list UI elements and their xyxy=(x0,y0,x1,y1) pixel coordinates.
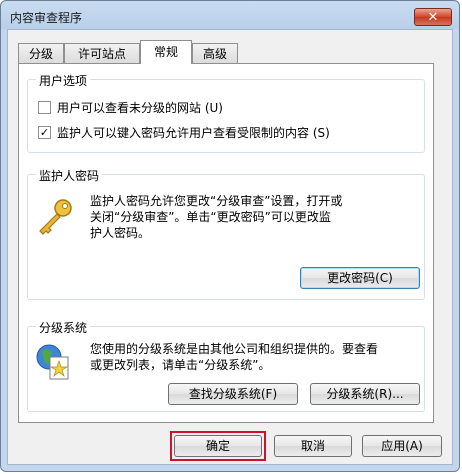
unrated-sites-checkbox[interactable] xyxy=(38,100,51,114)
rating-systems-group: 分级系统 您使用的分级系统是由其他公司和组织提供的。要查看 或更改列表，请单击“… xyxy=(27,319,425,412)
rating-systems-desc-2: 或更改列表，请单击“分级系统”。 xyxy=(90,358,271,372)
rating-systems-button[interactable]: 分级系统(R)... xyxy=(310,383,420,405)
supervisor-password-desc-1: 监护人密码允许您更改“分级审查”设置，打开或 xyxy=(90,194,343,208)
cancel-button[interactable]: 取消 xyxy=(274,435,352,457)
supervisor-password-desc-2: 关闭“分级审查”。单击“更改密码”可以更改监 xyxy=(90,210,331,224)
unrated-sites-option[interactable]: 用户可以查看未分级的网站 (U) xyxy=(38,99,223,115)
content-advisor-dialog: 内容审查程序 ✕ 分级 许可站点 常规 高级 用户选项 用户可以查看未分级的网站… xyxy=(0,0,460,472)
change-password-button[interactable]: 更改密码(C) xyxy=(300,267,420,289)
find-rating-systems-button[interactable]: 查找分级系统(F) xyxy=(168,383,298,405)
general-tab-panel: 用户选项 用户可以查看未分级的网站 (U) ✓ 监护人可以键入密码允许用户查看受… xyxy=(18,63,434,423)
rating-systems-title: 分级系统 xyxy=(36,319,91,336)
supervisor-password-option-label: 监护人可以键入密码允许用户查看受限制的内容 (S) xyxy=(57,125,330,140)
dialog-client-area: 分级 许可站点 常规 高级 用户选项 用户可以查看未分级的网站 (U) ✓ 监护… xyxy=(7,29,453,465)
rating-systems-desc-1: 您使用的分级系统是由其他公司和组织提供的。要查看 xyxy=(90,342,379,356)
rating-document-icon xyxy=(36,344,69,380)
supervisor-password-desc-3: 护人密码。 xyxy=(90,226,151,240)
supervisor-password-option[interactable]: ✓ 监护人可以键入密码允许用户查看受限制的内容 (S) xyxy=(38,124,330,140)
tab-general[interactable]: 常规 xyxy=(140,40,192,64)
supervisor-password-title: 监护人密码 xyxy=(36,167,103,184)
apply-button[interactable]: 应用(A) xyxy=(362,435,442,457)
title-bar[interactable]: 内容审查程序 ✕ xyxy=(1,1,459,29)
key-icon xyxy=(39,199,72,235)
window-title: 内容审查程序 xyxy=(10,11,83,25)
user-options-group: 用户选项 用户可以查看未分级的网站 (U) ✓ 监护人可以键入密码允许用户查看受… xyxy=(27,72,425,153)
close-button[interactable]: ✕ xyxy=(414,8,452,26)
user-options-title: 用户选项 xyxy=(36,72,91,89)
unrated-sites-label: 用户可以查看未分级的网站 (U) xyxy=(57,100,223,115)
supervisor-password-checkbox[interactable]: ✓ xyxy=(38,125,51,139)
tab-approved-sites[interactable]: 许可站点 xyxy=(64,43,140,63)
ok-button[interactable]: 确定 xyxy=(174,435,262,457)
supervisor-password-group: 监护人密码 监护人密码允许您更改“分级审查”设置，打开或 关闭“分级审查”。单击… xyxy=(27,167,425,300)
tab-ratings[interactable]: 分级 xyxy=(18,43,64,63)
tab-advanced[interactable]: 高级 xyxy=(192,43,238,63)
